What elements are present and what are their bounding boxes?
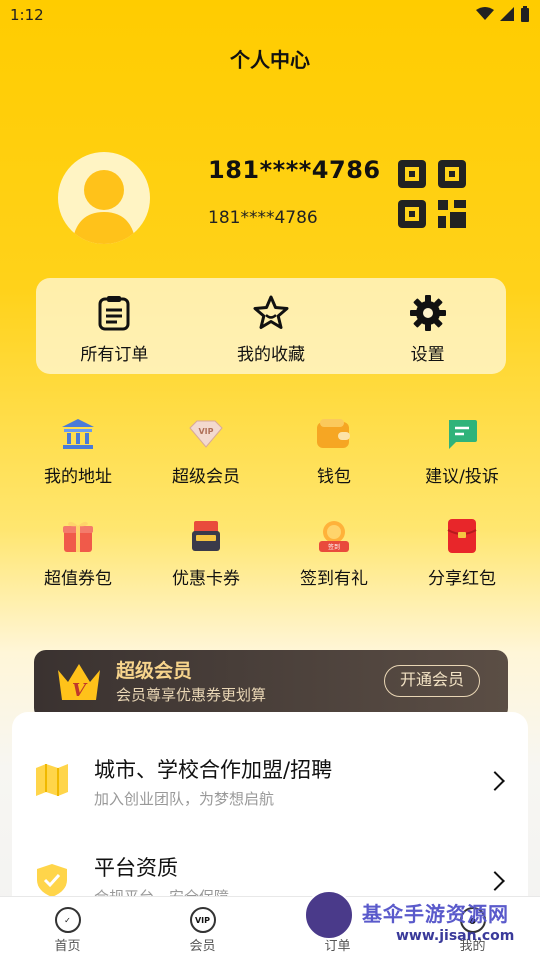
wallet-label: 钱包 [317,467,351,487]
red-packet-icon [447,519,477,553]
avatar[interactable] [58,152,150,244]
wallet-icon [317,419,350,448]
vip-icon: VIP [189,420,223,448]
discount-cards-button[interactable]: 优惠卡券 [142,516,270,589]
coupon-pack-label: 超值券包 [44,569,112,589]
svg-text:V: V [72,680,88,701]
wifi-icon [476,7,494,20]
watermark: 基伞手游资源网 www.jisan.com [300,888,540,960]
chevron-right-icon [485,771,505,791]
status-bar: 1:12 [0,0,540,32]
tab-home-label: 首页 [54,939,81,954]
qr-code-icon[interactable] [396,158,468,230]
vip-tab-icon: VIP [189,907,216,933]
discount-cards-label: 优惠卡券 [172,569,240,589]
settings-label: 设置 [410,345,445,365]
checkin-icon: 签到 [319,521,349,552]
tab-vip[interactable]: VIP 会员 [135,897,270,960]
svg-text:VIP: VIP [198,427,213,436]
signal-icon [500,7,514,21]
quick-actions-card: 所有订单 我的收藏 设置 [36,278,506,374]
all-orders-label: 所有订单 [80,345,149,365]
card-coupon-icon [192,521,220,551]
status-icons [476,6,530,22]
feedback-label: 建议/投诉 [425,467,499,487]
default-avatar-icon [72,170,136,244]
status-time: 1:12 [10,6,44,24]
address-icon [62,419,94,449]
gear-icon [409,295,446,331]
coupon-pack-button[interactable]: 超值券包 [14,516,142,589]
vip-title: 超级会员 [116,660,193,682]
watermark-title: 基伞手游资源网 [362,902,509,926]
my-address-button[interactable]: 我的地址 [14,414,142,487]
shield-icon [37,864,67,897]
feedback-button[interactable]: 建议/投诉 [398,414,526,487]
list-item-franchise[interactable]: 城市、学校合作加盟/招聘 加入创业团队，为梦想启航 [12,730,528,830]
info-list-card: 城市、学校合作加盟/招聘 加入创业团队，为梦想启航 平台资质 合规平台，安全保障 [12,712,528,912]
svg-text:签到: 签到 [328,543,340,551]
username: 181****4786 [208,156,381,184]
feedback-icon [449,420,477,449]
user-id: 181****4786 [208,208,318,228]
checkin-button[interactable]: 签到 签到有礼 [270,516,398,589]
service-grid-row-2: 超值券包 优惠卡券 签到 签到有礼 分享红包 [14,516,526,589]
red-packet-button[interactable]: 分享红包 [398,516,526,589]
settings-button[interactable]: 设置 [349,278,506,374]
favorites-button[interactable]: 我的收藏 [193,278,350,374]
orders-icon [98,296,130,331]
all-orders-button[interactable]: 所有订单 [36,278,193,374]
home-icon: ✓ [54,907,81,933]
red-packet-label: 分享红包 [428,569,496,589]
watermark-logo-icon [304,890,354,940]
list-item-title: 平台资质 [94,856,178,880]
battery-icon [521,6,529,22]
watermark-url: www.jisan.com [396,928,515,944]
tab-vip-label: 会员 [189,939,216,954]
favorites-label: 我的收藏 [237,345,305,365]
tab-home[interactable]: ✓ 首页 [0,897,135,960]
notification-app-icon [48,8,66,22]
page-title: 个人中心 [230,48,310,72]
vip-subtitle: 会员尊享优惠券更划算 [116,686,267,704]
super-vip-button[interactable]: VIP 超级会员 [142,414,270,487]
list-item-title: 城市、学校合作加盟/招聘 [94,758,333,782]
list-item-subtitle: 加入创业团队，为梦想启航 [94,790,275,808]
my-address-label: 我的地址 [44,467,112,487]
crown-icon: V [58,664,100,701]
open-vip-button[interactable]: 开通会员 [384,665,480,697]
map-icon [36,764,68,796]
wallet-button[interactable]: 钱包 [270,414,398,487]
vip-banner[interactable]: V 超级会员 会员尊享优惠券更划算 开通会员 [34,650,508,720]
service-grid-row-1: 我的地址 VIP 超级会员 钱包 建议/投诉 [14,414,526,487]
star-icon [253,295,289,329]
checkin-label: 签到有礼 [300,569,368,589]
super-vip-label: 超级会员 [172,467,240,487]
gift-coupon-icon [63,521,93,552]
